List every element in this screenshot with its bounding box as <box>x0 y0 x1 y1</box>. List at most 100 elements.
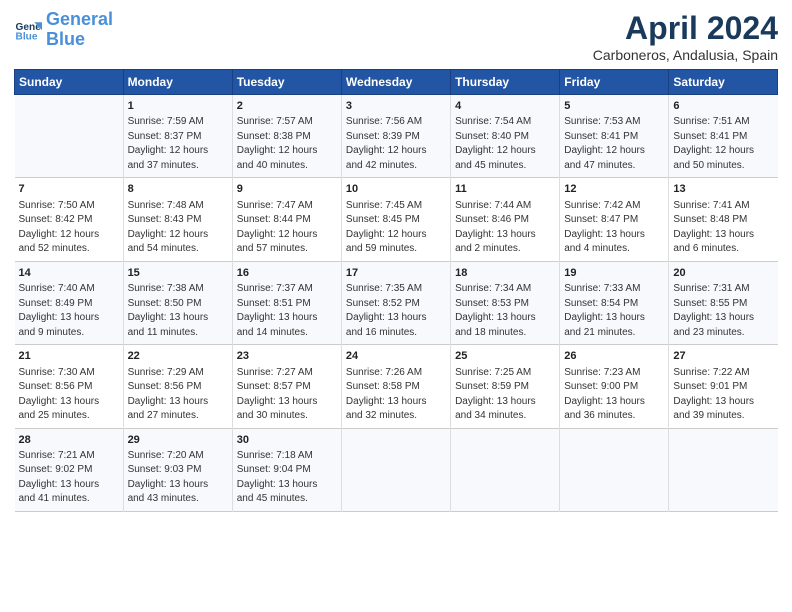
day-cell: 21 Sunrise: 7:30 AM Sunset: 8:56 PM Dayli… <box>15 345 124 428</box>
day-cell: 3Sunrise: 7:56 AM Sunset: 8:39 PM Daylig… <box>341 95 450 178</box>
day-number: 15 <box>128 266 228 281</box>
day-number: 2 <box>237 99 337 114</box>
day-info: Sunrise: 7:54 AM Sunset: 8:40 PM Dayligh… <box>455 115 555 173</box>
day-cell: 23 Sunrise: 7:27 AM Sunset: 8:57 PM Dayli… <box>232 345 341 428</box>
day-number: 13 <box>673 182 773 197</box>
day-info: Sunrise: 7:57 AM Sunset: 8:38 PM Dayligh… <box>237 115 337 173</box>
logo-icon: General Blue <box>14 16 42 44</box>
calendar-table: SundayMondayTuesdayWednesdayThursdayFrid… <box>14 69 778 512</box>
day-info: Sunrise: 7:30 AM Sunset: 8:56 PM Dayligh… <box>19 366 119 424</box>
day-number: 4 <box>455 99 555 114</box>
day-cell <box>451 428 560 511</box>
day-number: 5 <box>564 99 664 114</box>
day-info: Sunrise: 7:25 AM Sunset: 8:59 PM Dayligh… <box>455 366 555 424</box>
header-row: SundayMondayTuesdayWednesdayThursdayFrid… <box>15 70 778 95</box>
day-cell: 26 Sunrise: 7:23 AM Sunset: 9:00 PM Dayli… <box>560 345 669 428</box>
col-header-sunday: Sunday <box>15 70 124 95</box>
day-number: 25 <box>455 349 555 364</box>
day-cell: 4Sunrise: 7:54 AM Sunset: 8:40 PM Daylig… <box>451 95 560 178</box>
day-cell: 6Sunrise: 7:51 AM Sunset: 8:41 PM Daylig… <box>669 95 778 178</box>
day-number: 19 <box>564 266 664 281</box>
week-row-1: 1Sunrise: 7:59 AM Sunset: 8:37 PM Daylig… <box>15 95 778 178</box>
day-info: Sunrise: 7:51 AM Sunset: 8:41 PM Dayligh… <box>673 115 773 173</box>
day-number: 26 <box>564 349 664 364</box>
day-cell: 15Sunrise: 7:38 AM Sunset: 8:50 PM Dayli… <box>123 261 232 344</box>
day-cell: 13Sunrise: 7:41 AM Sunset: 8:48 PM Dayli… <box>669 178 778 261</box>
day-number: 7 <box>19 182 119 197</box>
day-cell: 19Sunrise: 7:33 AM Sunset: 8:54 PM Dayli… <box>560 261 669 344</box>
day-cell: 16Sunrise: 7:37 AM Sunset: 8:51 PM Dayli… <box>232 261 341 344</box>
day-cell: 5Sunrise: 7:53 AM Sunset: 8:41 PM Daylig… <box>560 95 669 178</box>
day-cell: 30Sunrise: 7:18 AM Sunset: 9:04 PM Dayli… <box>232 428 341 511</box>
week-row-2: 7 Sunrise: 7:50 AM Sunset: 8:42 PM Daylig… <box>15 178 778 261</box>
col-header-tuesday: Tuesday <box>232 70 341 95</box>
day-info: Sunrise: 7:26 AM Sunset: 8:58 PM Dayligh… <box>346 366 446 424</box>
day-info: Sunrise: 7:42 AM Sunset: 8:47 PM Dayligh… <box>564 199 664 257</box>
day-info: Sunrise: 7:40 AM Sunset: 8:49 PM Dayligh… <box>19 282 119 340</box>
day-info: Sunrise: 7:47 AM Sunset: 8:44 PM Dayligh… <box>237 199 337 257</box>
day-cell: 22Sunrise: 7:29 AM Sunset: 8:56 PM Dayli… <box>123 345 232 428</box>
day-number: 20 <box>673 266 773 281</box>
day-number: 27 <box>673 349 773 364</box>
day-info: Sunrise: 7:37 AM Sunset: 8:51 PM Dayligh… <box>237 282 337 340</box>
day-info: Sunrise: 7:44 AM Sunset: 8:46 PM Dayligh… <box>455 199 555 257</box>
week-row-5: 28Sunrise: 7:21 AM Sunset: 9:02 PM Dayli… <box>15 428 778 511</box>
day-info: Sunrise: 7:34 AM Sunset: 8:53 PM Dayligh… <box>455 282 555 340</box>
day-cell: 18Sunrise: 7:34 AM Sunset: 8:53 PM Dayli… <box>451 261 560 344</box>
day-cell: 12 Sunrise: 7:42 AM Sunset: 8:47 PM Dayli… <box>560 178 669 261</box>
day-info: Sunrise: 7:27 AM Sunset: 8:57 PM Dayligh… <box>237 366 337 424</box>
day-number: 10 <box>346 182 446 197</box>
day-number: 29 <box>128 433 228 448</box>
day-number: 21 <box>19 349 119 364</box>
day-number: 17 <box>346 266 446 281</box>
day-info: Sunrise: 7:20 AM Sunset: 9:03 PM Dayligh… <box>128 449 228 507</box>
page-subtitle: Carboneros, Andalusia, Spain <box>593 47 778 63</box>
day-number: 18 <box>455 266 555 281</box>
day-cell: 28Sunrise: 7:21 AM Sunset: 9:02 PM Dayli… <box>15 428 124 511</box>
col-header-saturday: Saturday <box>669 70 778 95</box>
day-cell <box>669 428 778 511</box>
day-number: 11 <box>455 182 555 197</box>
day-cell: 25 Sunrise: 7:25 AM Sunset: 8:59 PM Dayli… <box>451 345 560 428</box>
col-header-thursday: Thursday <box>451 70 560 95</box>
day-number: 28 <box>19 433 119 448</box>
day-cell: 27 Sunrise: 7:22 AM Sunset: 9:01 PM Dayli… <box>669 345 778 428</box>
day-info: Sunrise: 7:35 AM Sunset: 8:52 PM Dayligh… <box>346 282 446 340</box>
day-info: Sunrise: 7:29 AM Sunset: 8:56 PM Dayligh… <box>128 366 228 424</box>
page-title: April 2024 <box>593 10 778 47</box>
day-cell: 1Sunrise: 7:59 AM Sunset: 8:37 PM Daylig… <box>123 95 232 178</box>
day-cell: 11 Sunrise: 7:44 AM Sunset: 8:46 PM Dayli… <box>451 178 560 261</box>
day-cell: 17Sunrise: 7:35 AM Sunset: 8:52 PM Dayli… <box>341 261 450 344</box>
day-cell: 20Sunrise: 7:31 AM Sunset: 8:55 PM Dayli… <box>669 261 778 344</box>
day-info: Sunrise: 7:33 AM Sunset: 8:54 PM Dayligh… <box>564 282 664 340</box>
day-info: Sunrise: 7:53 AM Sunset: 8:41 PM Dayligh… <box>564 115 664 173</box>
day-info: Sunrise: 7:50 AM Sunset: 8:42 PM Dayligh… <box>19 199 119 257</box>
day-number: 16 <box>237 266 337 281</box>
day-cell: 29Sunrise: 7:20 AM Sunset: 9:03 PM Dayli… <box>123 428 232 511</box>
day-number: 23 <box>237 349 337 364</box>
day-info: Sunrise: 7:31 AM Sunset: 8:55 PM Dayligh… <box>673 282 773 340</box>
day-info: Sunrise: 7:18 AM Sunset: 9:04 PM Dayligh… <box>237 449 337 507</box>
day-number: 3 <box>346 99 446 114</box>
day-info: Sunrise: 7:38 AM Sunset: 8:50 PM Dayligh… <box>128 282 228 340</box>
day-cell: 8Sunrise: 7:48 AM Sunset: 8:43 PM Daylig… <box>123 178 232 261</box>
day-number: 12 <box>564 182 664 197</box>
logo-text: General Blue <box>46 10 113 50</box>
day-info: Sunrise: 7:21 AM Sunset: 9:02 PM Dayligh… <box>19 449 119 507</box>
day-cell <box>15 95 124 178</box>
day-cell: 10Sunrise: 7:45 AM Sunset: 8:45 PM Dayli… <box>341 178 450 261</box>
week-row-3: 14Sunrise: 7:40 AM Sunset: 8:49 PM Dayli… <box>15 261 778 344</box>
day-cell <box>341 428 450 511</box>
week-row-4: 21 Sunrise: 7:30 AM Sunset: 8:56 PM Dayli… <box>15 345 778 428</box>
header: General Blue General Blue April 2024 Car… <box>14 10 778 63</box>
day-info: Sunrise: 7:22 AM Sunset: 9:01 PM Dayligh… <box>673 366 773 424</box>
day-info: Sunrise: 7:59 AM Sunset: 8:37 PM Dayligh… <box>128 115 228 173</box>
logo: General Blue General Blue <box>14 10 113 50</box>
col-header-wednesday: Wednesday <box>341 70 450 95</box>
day-cell: 2Sunrise: 7:57 AM Sunset: 8:38 PM Daylig… <box>232 95 341 178</box>
day-number: 6 <box>673 99 773 114</box>
day-cell: 24 Sunrise: 7:26 AM Sunset: 8:58 PM Dayli… <box>341 345 450 428</box>
day-number: 9 <box>237 182 337 197</box>
day-info: Sunrise: 7:23 AM Sunset: 9:00 PM Dayligh… <box>564 366 664 424</box>
day-number: 24 <box>346 349 446 364</box>
